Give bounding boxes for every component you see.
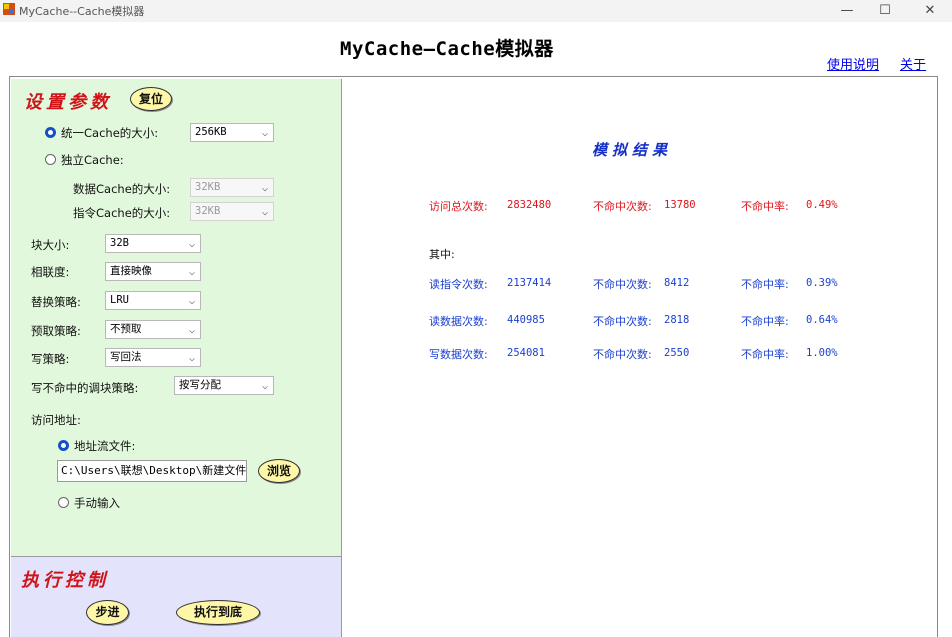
write-policy-value: 写回法 (110, 351, 142, 363)
close-button[interactable]: ✕ (913, 0, 947, 22)
write-miss-policy-select[interactable]: 按写分配 ⌵ (174, 376, 274, 395)
replace-policy-label: 替换策略: (31, 295, 81, 309)
window-title: MyCache--Cache模拟器 (19, 5, 145, 18)
chevron-down-icon: ⌵ (261, 381, 268, 392)
address-file-radio[interactable] (58, 440, 69, 451)
address-file-label: 地址流文件: (74, 439, 136, 453)
run-to-end-button[interactable]: 执行到底 (176, 600, 260, 625)
block-size-select[interactable]: 32B ⌵ (105, 234, 201, 253)
total-access-label: 访问总次数: (429, 200, 488, 213)
read-instr-rate-value: 0.39% (806, 277, 838, 289)
step-button[interactable]: 步进 (86, 600, 129, 625)
read-data-rate-label: 不命中率: (741, 315, 789, 328)
split-cache-radio[interactable] (45, 154, 56, 165)
address-file-path-input[interactable]: C:\Users\联想\Desktop\新建文件夹\ (57, 460, 247, 482)
read-instr-miss-label: 不命中次数: (593, 278, 652, 291)
read-instr-rate-label: 不命中率: (741, 278, 789, 291)
address-label: 访问地址: (31, 413, 81, 427)
write-data-rate-value: 1.00% (806, 347, 838, 359)
chevron-down-icon: ⌵ (188, 296, 195, 307)
data-cache-select[interactable]: 32KB ⌵ (190, 178, 274, 197)
manual-input-label: 手动输入 (74, 496, 120, 510)
chevron-down-icon: ⌵ (188, 353, 195, 364)
maximize-button[interactable]: ☐ (868, 0, 902, 22)
chevron-down-icon: ⌵ (261, 183, 268, 194)
write-data-miss-label: 不命中次数: (593, 348, 652, 361)
total-miss-value: 13780 (664, 199, 696, 211)
total-miss-label: 不命中次数: (593, 200, 652, 213)
block-size-label: 块大小: (31, 238, 70, 252)
reset-button[interactable]: 复位 (130, 87, 172, 111)
settings-title: 设置参数 (24, 92, 112, 113)
write-data-label: 写数据次数: (429, 348, 488, 361)
app-icon (3, 3, 15, 15)
read-data-miss-value: 2818 (664, 314, 690, 326)
split-cache-label: 独立Cache: (61, 153, 124, 167)
app-heading: MyCache—Cache模拟器 (340, 38, 554, 60)
data-cache-label: 数据Cache的大小: (73, 182, 171, 196)
read-data-value: 440985 (507, 314, 545, 326)
manual-input-radio[interactable] (58, 497, 69, 508)
browse-button[interactable]: 浏览 (258, 459, 300, 483)
read-instr-miss-value: 8412 (664, 277, 690, 289)
prefetch-policy-label: 预取策略: (31, 324, 81, 338)
help-link[interactable]: 使用说明 (827, 54, 879, 73)
unified-cache-label: 统一Cache的大小: (61, 126, 159, 140)
write-data-rate-label: 不命中率: (741, 348, 789, 361)
read-data-label: 读数据次数: (429, 315, 488, 328)
total-miss-rate-label: 不命中率: (741, 200, 789, 213)
chevron-down-icon: ⌵ (188, 267, 195, 278)
associativity-value: 直接映像 (110, 265, 152, 277)
about-link[interactable]: 关于 (900, 54, 926, 73)
write-miss-policy-value: 按写分配 (179, 379, 221, 391)
chevron-down-icon: ⌵ (261, 207, 268, 218)
chevron-down-icon: ⌵ (188, 239, 195, 250)
chevron-down-icon: ⌵ (261, 128, 268, 139)
replace-policy-select[interactable]: LRU ⌵ (105, 291, 201, 310)
instr-cache-label: 指令Cache的大小: (73, 206, 171, 220)
read-data-rate-value: 0.64% (806, 314, 838, 326)
write-data-value: 254081 (507, 347, 545, 359)
write-data-miss-value: 2550 (664, 347, 690, 359)
block-size-value: 32B (110, 237, 129, 249)
read-instr-label: 读指令次数: (429, 278, 488, 291)
write-policy-select[interactable]: 写回法 ⌵ (105, 348, 201, 367)
results-title: 模拟结果 (592, 141, 673, 159)
data-cache-value: 32KB (195, 181, 221, 193)
unified-cache-radio[interactable] (45, 127, 56, 138)
instr-cache-value: 32KB (195, 205, 221, 217)
prefetch-policy-value: 不预取 (110, 323, 142, 335)
associativity-label: 相联度: (31, 265, 70, 279)
read-instr-value: 2137414 (507, 277, 552, 289)
unified-cache-value: 256KB (195, 126, 227, 138)
total-access-value: 2832480 (507, 199, 552, 211)
total-miss-rate-value: 0.49% (806, 199, 838, 211)
execution-title: 执行控制 (21, 570, 109, 591)
instr-cache-select[interactable]: 32KB ⌵ (190, 202, 274, 221)
write-miss-policy-label: 写不命中的调块策略: (31, 381, 139, 395)
chevron-down-icon: ⌵ (188, 325, 195, 336)
unified-cache-select[interactable]: 256KB ⌵ (190, 123, 274, 142)
associativity-select[interactable]: 直接映像 ⌵ (105, 262, 201, 281)
write-policy-label: 写策略: (31, 352, 70, 366)
minimize-button[interactable]: — (830, 0, 864, 22)
replace-policy-value: LRU (110, 294, 129, 306)
read-data-miss-label: 不命中次数: (593, 315, 652, 328)
among-label: 其中: (429, 248, 455, 261)
prefetch-policy-select[interactable]: 不预取 ⌵ (105, 320, 201, 339)
